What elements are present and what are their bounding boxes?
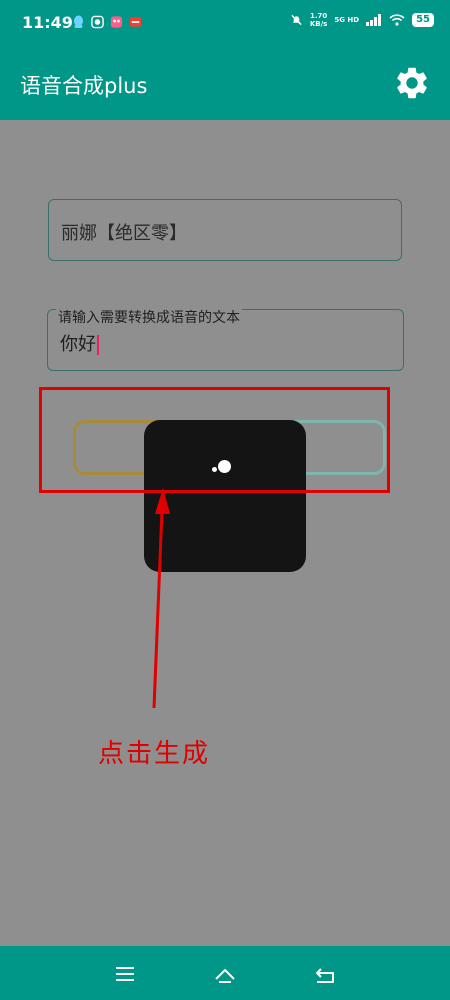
home-icon[interactable] — [213, 962, 237, 986]
menu-icon[interactable] — [113, 962, 137, 986]
annotation-arrow — [152, 488, 170, 709]
navigation-bar — [0, 946, 450, 1000]
annotation-text: 点击生成 — [98, 739, 211, 769]
back-icon[interactable] — [313, 962, 337, 986]
